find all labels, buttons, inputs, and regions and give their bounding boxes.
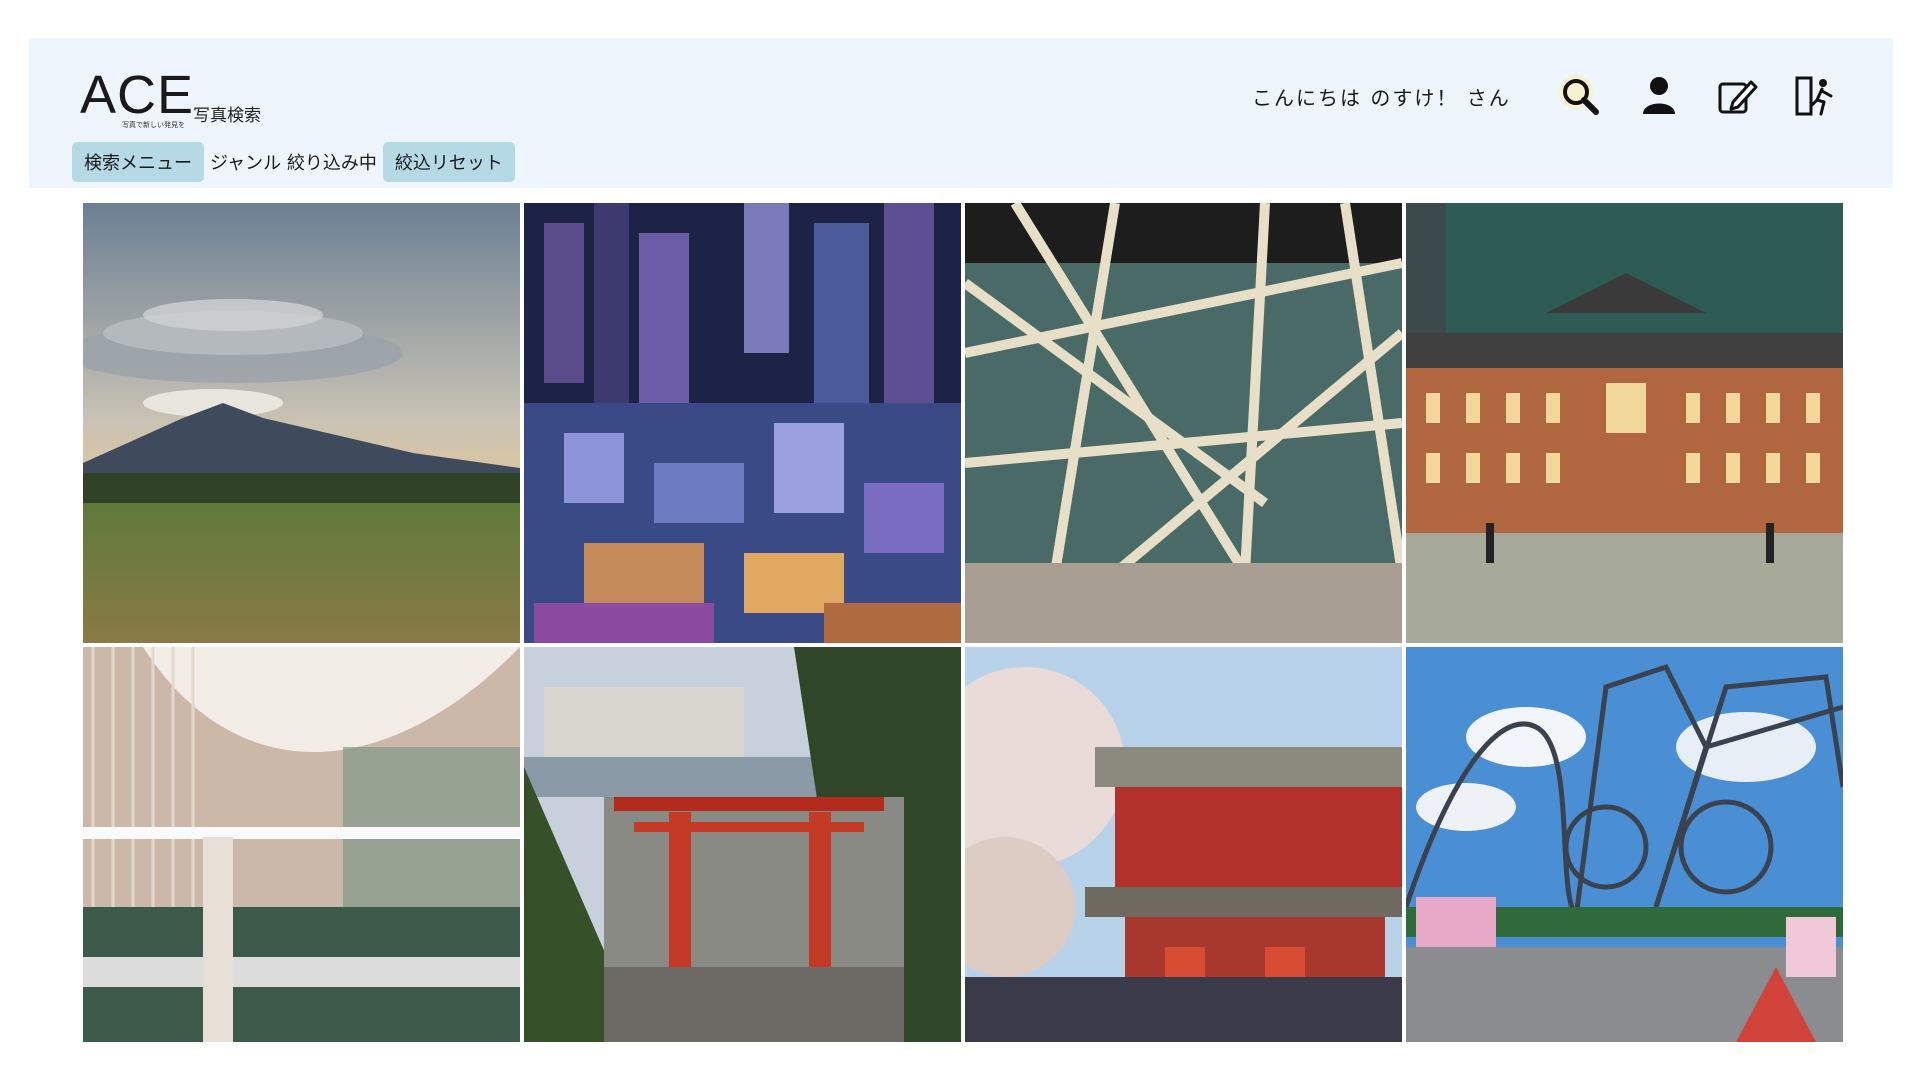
photo-tile-shrine[interactable]	[524, 647, 961, 1042]
filter-bar: 検索メニュー ジャンル 絞り込み中 絞込リセット	[72, 141, 515, 183]
logo-tagline: 写真で新しい発見を	[122, 121, 185, 129]
user-greeting: こんにちは のすけ！ さん	[1252, 86, 1511, 110]
app-header: ACE 写真で新しい発見を 写真検索 こんにちは のすけ！ さん 検索メニュー	[29, 38, 1893, 188]
photo-grid	[83, 203, 1843, 1045]
edit-icon[interactable]	[1713, 72, 1761, 120]
user-icon[interactable]	[1635, 72, 1683, 120]
photo-tile-coaster[interactable]	[1406, 647, 1843, 1042]
logo-text: ACE	[80, 65, 195, 125]
photo-tile-forum[interactable]	[83, 647, 520, 1042]
photo-tile-temple[interactable]	[965, 647, 1402, 1042]
photo-tile-atrium[interactable]	[965, 203, 1402, 643]
filter-status-text: ジャンル 絞り込み中	[210, 153, 377, 174]
photo-tile-station[interactable]	[1406, 203, 1843, 643]
photo-tile-mountain[interactable]	[83, 203, 520, 643]
search-icon[interactable]	[1556, 72, 1604, 120]
search-menu-button[interactable]: 検索メニュー	[72, 142, 204, 182]
photo-tile-city-night[interactable]	[524, 203, 961, 643]
logout-icon[interactable]	[1791, 72, 1839, 120]
filter-reset-button[interactable]: 絞込リセット	[382, 142, 515, 182]
logo-subtitle: 写真検索	[193, 106, 261, 126]
